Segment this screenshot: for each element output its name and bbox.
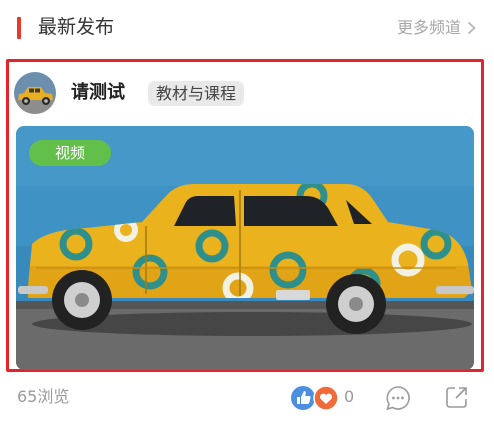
reaction-button[interactable]: [290, 384, 342, 412]
more-channels-label: 更多频道: [396, 18, 461, 37]
title-accent-bar: [17, 17, 21, 39]
comment-icon[interactable]: [385, 385, 411, 411]
author-avatar[interactable]: [14, 72, 56, 114]
like-count: 0: [344, 387, 355, 406]
yellow-car-avatar-icon: [14, 72, 56, 114]
more-channels-link[interactable]: 更多频道: [397, 16, 476, 40]
chevron-right-icon: [467, 21, 476, 35]
video-badge: 视频: [29, 140, 111, 166]
author-name[interactable]: 请测试: [71, 79, 125, 107]
thumbs-up-heart-icon: [291, 385, 339, 411]
share-icon[interactable]: [444, 385, 469, 410]
section-title: 最新发布: [38, 16, 115, 38]
section-header: 最新发布 更多频道: [0, 0, 494, 54]
view-count: 65浏览: [17, 387, 70, 406]
category-tag[interactable]: 教材与课程: [148, 81, 245, 106]
